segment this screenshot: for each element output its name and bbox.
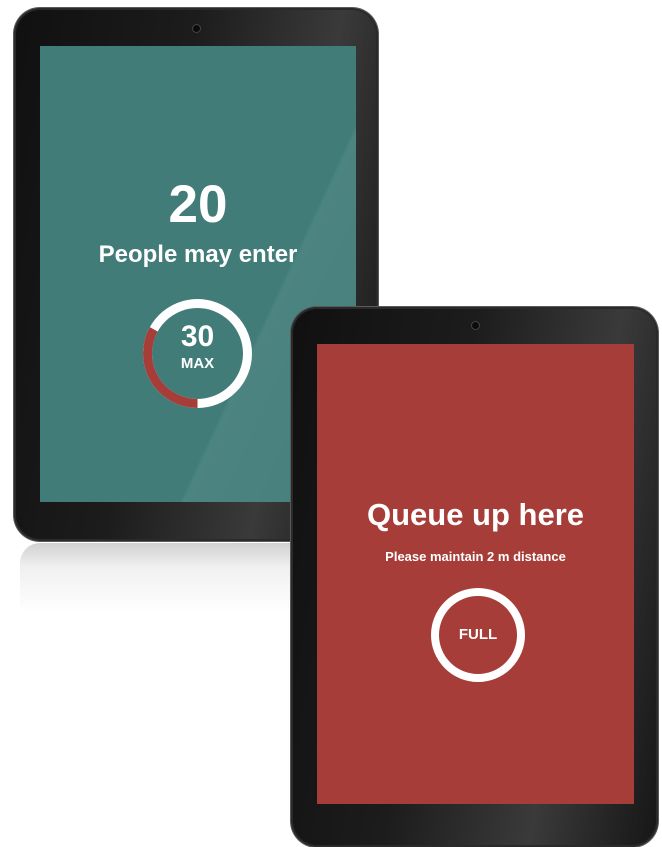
queue-title: Queue up here <box>366 497 585 532</box>
full-label: FULL <box>458 626 498 643</box>
tablet-queue: Queue up here Please maintain 2 m distan… <box>291 307 658 847</box>
people-count: 20 <box>168 175 228 234</box>
queue-screen: Queue up here Please maintain 2 m distan… <box>317 344 634 804</box>
full-gauge: FULL <box>429 586 527 684</box>
entry-message: People may enter <box>98 241 298 268</box>
capacity-gauge: 30 MAX <box>140 296 255 411</box>
distance-message: Please maintain 2 m distance <box>385 549 566 564</box>
camera-icon <box>193 25 200 32</box>
max-capacity-value: 30 <box>180 320 215 353</box>
camera-icon <box>472 322 479 329</box>
max-capacity-label: MAX <box>180 355 215 372</box>
